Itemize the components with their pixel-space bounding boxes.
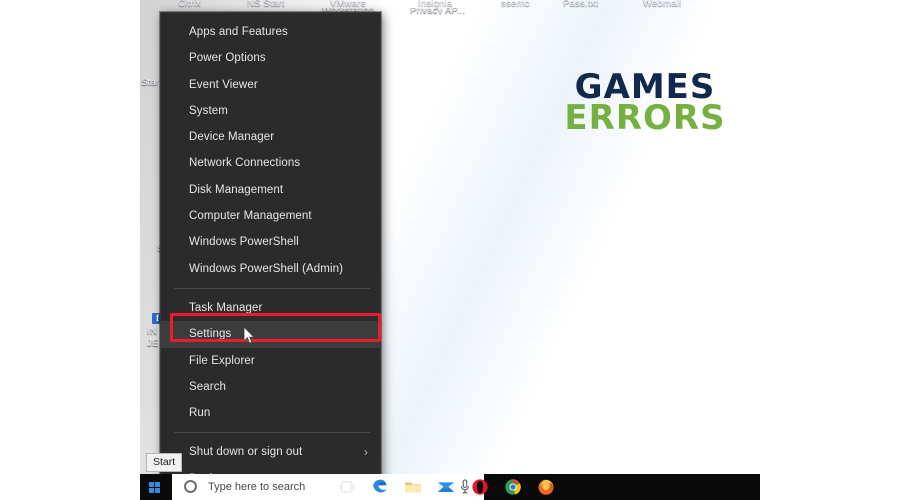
left-white-gutter: [0, 0, 140, 500]
menu-item-label: Windows PowerShell (Admin): [189, 262, 344, 275]
menu-item-label: Run: [189, 407, 211, 420]
menu-item-label: Windows PowerShell: [189, 236, 299, 249]
menu-item-label: Device Manager: [189, 131, 275, 144]
menu-item-computer-management[interactable]: Computer Management: [161, 203, 380, 229]
task-view-icon[interactable]: [338, 477, 358, 497]
menu-item-device-manager[interactable]: Device Manager: [161, 124, 380, 150]
menu-item-run[interactable]: Run: [161, 400, 380, 426]
mail-icon[interactable]: [436, 477, 456, 497]
firefox-icon[interactable]: [536, 477, 556, 497]
chrome-icon[interactable]: [503, 477, 523, 497]
desktop-icon-label-left-je: JE: [147, 338, 159, 349]
file-explorer-icon[interactable]: [403, 477, 423, 497]
menu-item-label: Task Manager: [189, 301, 263, 314]
start-tooltip: Start: [146, 453, 183, 472]
menu-item-system[interactable]: System: [161, 98, 380, 124]
menu-item-label: Network Connections: [189, 157, 301, 170]
menu-item-label: Disk Management: [189, 183, 284, 196]
opera-icon[interactable]: [470, 477, 490, 497]
start-button[interactable]: [140, 474, 172, 500]
right-white-gutter: [760, 0, 900, 500]
menu-item-event-viewer[interactable]: Event Viewer: [161, 72, 380, 98]
chevron-right-icon: ›: [363, 445, 368, 460]
screenshot-root: Citrix NS Start VMware Insignia ssemc Pa…: [0, 0, 900, 500]
start-tooltip-label: Start: [153, 456, 176, 468]
menu-item-settings[interactable]: Settings: [161, 321, 380, 348]
menu-item-windows-powershell-admin[interactable]: Windows PowerShell (Admin): [161, 256, 380, 282]
menu-item-power-options[interactable]: Power Options: [161, 45, 380, 71]
menu-item-label: File Explorer: [189, 354, 255, 367]
desktop-icon-label-left-star: Star: [141, 77, 160, 88]
desktop-icon-sublabel-privacy: Privacy AP...: [410, 8, 466, 15]
menu-item-task-manager[interactable]: Task Manager: [161, 295, 380, 321]
menu-item-label: Event Viewer: [189, 78, 258, 91]
menu-item-label: Settings: [189, 328, 232, 341]
menu-item-shut-down-or-sign-out[interactable]: Shut down or sign out ›: [161, 439, 380, 465]
search-placeholder-text: Type here to search: [208, 481, 306, 493]
cortana-icon[interactable]: [184, 480, 197, 493]
menu-item-label: Computer Management: [189, 210, 312, 223]
windows-logo-icon: [149, 482, 160, 493]
menu-item-label: Search: [189, 380, 227, 393]
menu-item-label: Power Options: [189, 52, 266, 65]
microphone-icon[interactable]: [460, 479, 470, 495]
menu-item-search[interactable]: Search: [161, 374, 380, 400]
menu-separator-1: [174, 287, 370, 289]
taskbar[interactable]: Type here to search: [140, 474, 760, 500]
winx-context-menu[interactable]: Apps and Features Power Options Event Vi…: [160, 12, 381, 488]
menu-item-disk-management[interactable]: Disk Management: [161, 177, 380, 203]
menu-item-apps-and-features[interactable]: Apps and Features: [161, 19, 380, 45]
desktop-icon-label-left-in: IN: [147, 326, 157, 337]
menu-item-file-explorer[interactable]: File Explorer: [161, 348, 380, 374]
menu-item-label: Apps and Features: [189, 26, 288, 38]
menu-item-windows-powershell[interactable]: Windows PowerShell: [161, 229, 380, 255]
menu-item-label: Shut down or sign out: [189, 446, 303, 459]
menu-separator-2: [174, 432, 370, 434]
edge-icon[interactable]: [370, 477, 390, 497]
menu-item-network-connections[interactable]: Network Connections: [161, 150, 380, 176]
menu-item-label: System: [189, 104, 228, 117]
